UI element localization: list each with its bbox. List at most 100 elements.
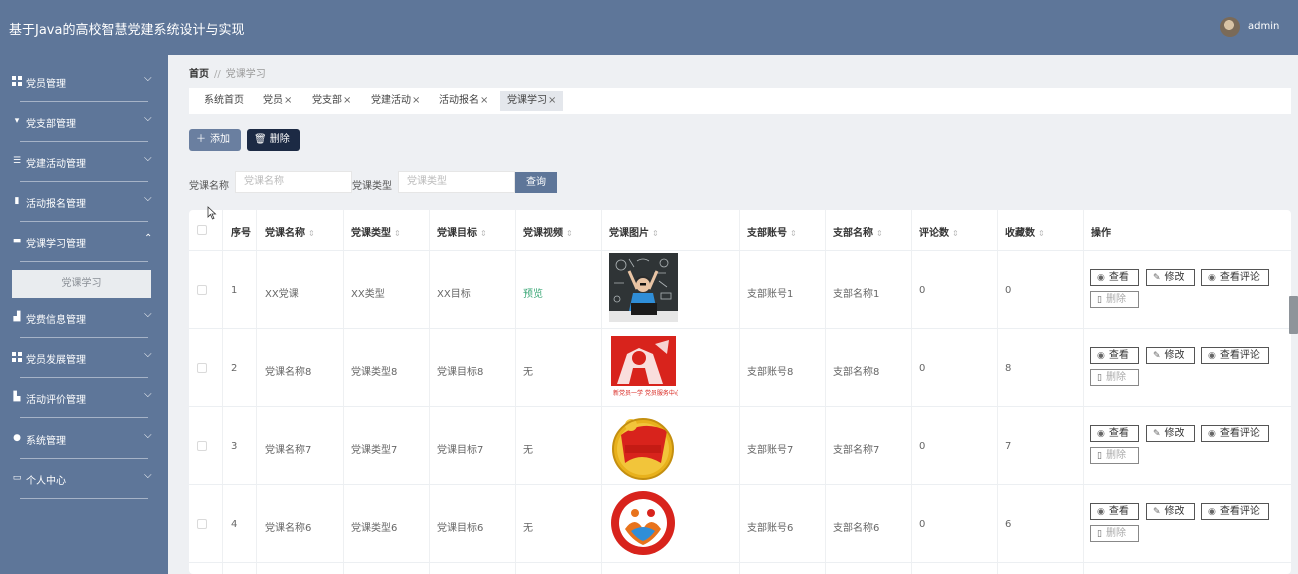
name-search-input[interactable]: 党课名称 — [235, 171, 352, 193]
comments-label: 查看评论 — [1219, 428, 1260, 439]
header-label: 支部账号 — [747, 228, 787, 239]
submenu-item-course-study[interactable]: 党课学习 — [12, 270, 151, 298]
tab-activities[interactable]: 党建活动× — [364, 91, 427, 111]
ticket-icon: ▬ — [12, 236, 22, 246]
add-button[interactable]: ＋ 添加 — [189, 129, 241, 151]
red-poster: 新党员一学 党员服务中心 — [609, 334, 678, 403]
view-comments-button[interactable]: ◉ 查看评论 — [1201, 347, 1269, 364]
type-search-input[interactable]: 党课类型 — [398, 171, 515, 193]
view-button[interactable]: ◉ 查看 — [1090, 503, 1139, 520]
sort-icon[interactable]: ⇕ — [308, 229, 315, 238]
cell-favorites: 0 — [1005, 285, 1012, 296]
cell-favorites: 8 — [1005, 363, 1012, 374]
sort-icon[interactable]: ⇕ — [876, 229, 883, 238]
sidebar-item-dues[interactable]: ▟ 党费信息管理 ⌵ — [0, 298, 168, 338]
youth-league-badge — [609, 411, 678, 480]
sidebar-item-party-members[interactable]: 党员管理 ⌵ — [0, 62, 168, 102]
sidebar-item-label: 党支部管理 — [26, 119, 76, 130]
row-checkbox[interactable] — [197, 285, 207, 295]
edit-button[interactable]: ✎ 修改 — [1146, 269, 1195, 286]
sidebar-item-profile[interactable]: ▭ 个人中心 ⌵ — [0, 459, 168, 499]
sort-icon[interactable]: ⇕ — [480, 229, 487, 238]
header-branch[interactable]: 支部名称 ⇕ — [833, 224, 883, 239]
header-goal[interactable]: 党课目标 ⇕ — [437, 224, 487, 239]
user-name[interactable]: admin — [1248, 21, 1279, 32]
app-title: 基于Java的高校智慧党建系统设计与实现 — [9, 23, 245, 38]
sidebar-item-branch[interactable]: ▾ 党支部管理 ⌵ — [0, 102, 168, 142]
view-button[interactable]: ◉ 查看 — [1090, 347, 1139, 364]
sidebar-item-system[interactable]: ● 系统管理 ⌵ — [0, 419, 168, 459]
close-icon[interactable]: × — [343, 95, 351, 106]
breadcrumb-home[interactable]: 首页 — [189, 69, 209, 80]
user-avatar[interactable] — [1220, 17, 1240, 37]
select-all-checkbox[interactable] — [197, 225, 207, 235]
row-delete-button[interactable]: ▯ 删除 — [1090, 447, 1139, 464]
close-icon[interactable]: × — [480, 95, 488, 106]
name-search-label: 党课名称 — [189, 181, 229, 192]
page-scrollbar[interactable] — [1289, 296, 1298, 334]
chart-icon: ▙ — [13, 392, 21, 402]
tab-label: 党员 — [263, 95, 283, 106]
sidebar-item-evaluation[interactable]: ▙ 活动评价管理 ⌵ — [0, 378, 168, 418]
sidebar-item-development[interactable]: 党员发展管理 ⌵ — [0, 338, 168, 378]
divider — [20, 261, 148, 262]
edit-button[interactable]: ✎ 修改 — [1146, 503, 1195, 520]
cell-account: 支部账号8 — [747, 367, 794, 378]
grid-icon — [12, 76, 22, 86]
header-comments[interactable]: 评论数 ⇕ — [919, 224, 959, 239]
sort-icon[interactable]: ⇕ — [1038, 229, 1045, 238]
header-account[interactable]: 支部账号 ⇕ — [747, 224, 797, 239]
header-type[interactable]: 党课类型 ⇕ — [351, 224, 401, 239]
sort-icon[interactable]: ⇕ — [652, 229, 659, 238]
cell-name: 党课名称6 — [265, 523, 312, 534]
sort-icon[interactable]: ⇕ — [394, 229, 401, 238]
course-image[interactable] — [609, 489, 678, 558]
tab-home[interactable]: 系统首页 — [197, 91, 251, 111]
top-header: 基于Java的高校智慧党建系统设计与实现 admin — [0, 0, 1298, 55]
poster-caption: 新党员一学 党员服务中心 — [613, 389, 678, 397]
chevron-down-icon: ⌵ — [144, 309, 152, 320]
tab-registration[interactable]: 活动报名× — [432, 91, 495, 111]
sidebar-item-course-study[interactable]: ▬ 党课学习管理 ⌃ — [0, 222, 168, 262]
row-checkbox[interactable] — [197, 441, 207, 451]
course-image[interactable] — [609, 411, 678, 480]
view-comments-button[interactable]: ◉ 查看评论 — [1201, 503, 1269, 520]
view-button[interactable]: ◉ 查看 — [1090, 269, 1139, 286]
view-button[interactable]: ◉ 查看 — [1090, 425, 1139, 442]
tab-course-study[interactable]: 党课学习× — [500, 91, 564, 111]
row-checkbox[interactable] — [197, 363, 207, 373]
row-delete-button[interactable]: ▯ 删除 — [1090, 369, 1139, 386]
row-delete-button[interactable]: ▯ 删除 — [1090, 291, 1139, 308]
edit-button[interactable]: ✎ 修改 — [1146, 347, 1195, 364]
tab-branch[interactable]: 党支部× — [305, 91, 358, 111]
video-preview-link[interactable]: 预览 — [523, 285, 543, 300]
delete-button[interactable]: 🗑 删除 — [247, 129, 300, 151]
eye-icon: ◉ — [1208, 507, 1216, 517]
sidebar-item-registration[interactable]: ▮ 活动报名管理 ⌵ — [0, 182, 168, 222]
cell-name: 党课名称8 — [265, 367, 312, 378]
header-image[interactable]: 党课图片 ⇕ — [609, 224, 659, 239]
header-name[interactable]: 党课名称 ⇕ — [265, 224, 315, 239]
sort-icon[interactable]: ⇕ — [952, 229, 959, 238]
edit-label: 修改 — [1164, 350, 1185, 361]
course-image[interactable] — [609, 253, 678, 322]
row-checkbox[interactable] — [197, 519, 207, 529]
view-comments-button[interactable]: ◉ 查看评论 — [1201, 269, 1269, 286]
sort-icon[interactable]: ⇕ — [790, 229, 797, 238]
close-icon[interactable]: × — [412, 95, 420, 106]
close-icon[interactable]: × — [284, 95, 292, 106]
tab-members[interactable]: 党员× — [256, 91, 299, 111]
row-delete-button[interactable]: ▯ 删除 — [1090, 525, 1139, 542]
sidebar-item-label: 党费信息管理 — [26, 315, 86, 326]
sort-icon[interactable]: ⇕ — [566, 229, 573, 238]
edit-button[interactable]: ✎ 修改 — [1146, 425, 1195, 442]
close-icon[interactable]: × — [548, 95, 556, 106]
cell-video: 无 — [523, 523, 533, 534]
mouse-cursor-icon — [207, 206, 217, 220]
sidebar-item-activities[interactable]: ☰ 党建活动管理 ⌵ — [0, 142, 168, 182]
view-comments-button[interactable]: ◉ 查看评论 — [1201, 425, 1269, 442]
header-favorites[interactable]: 收藏数 ⇕ — [1005, 224, 1045, 239]
search-button[interactable]: 查询 — [515, 172, 557, 193]
header-video[interactable]: 党课视频 ⇕ — [523, 224, 573, 239]
course-image[interactable]: 新党员一学 党员服务中心 — [609, 334, 678, 403]
